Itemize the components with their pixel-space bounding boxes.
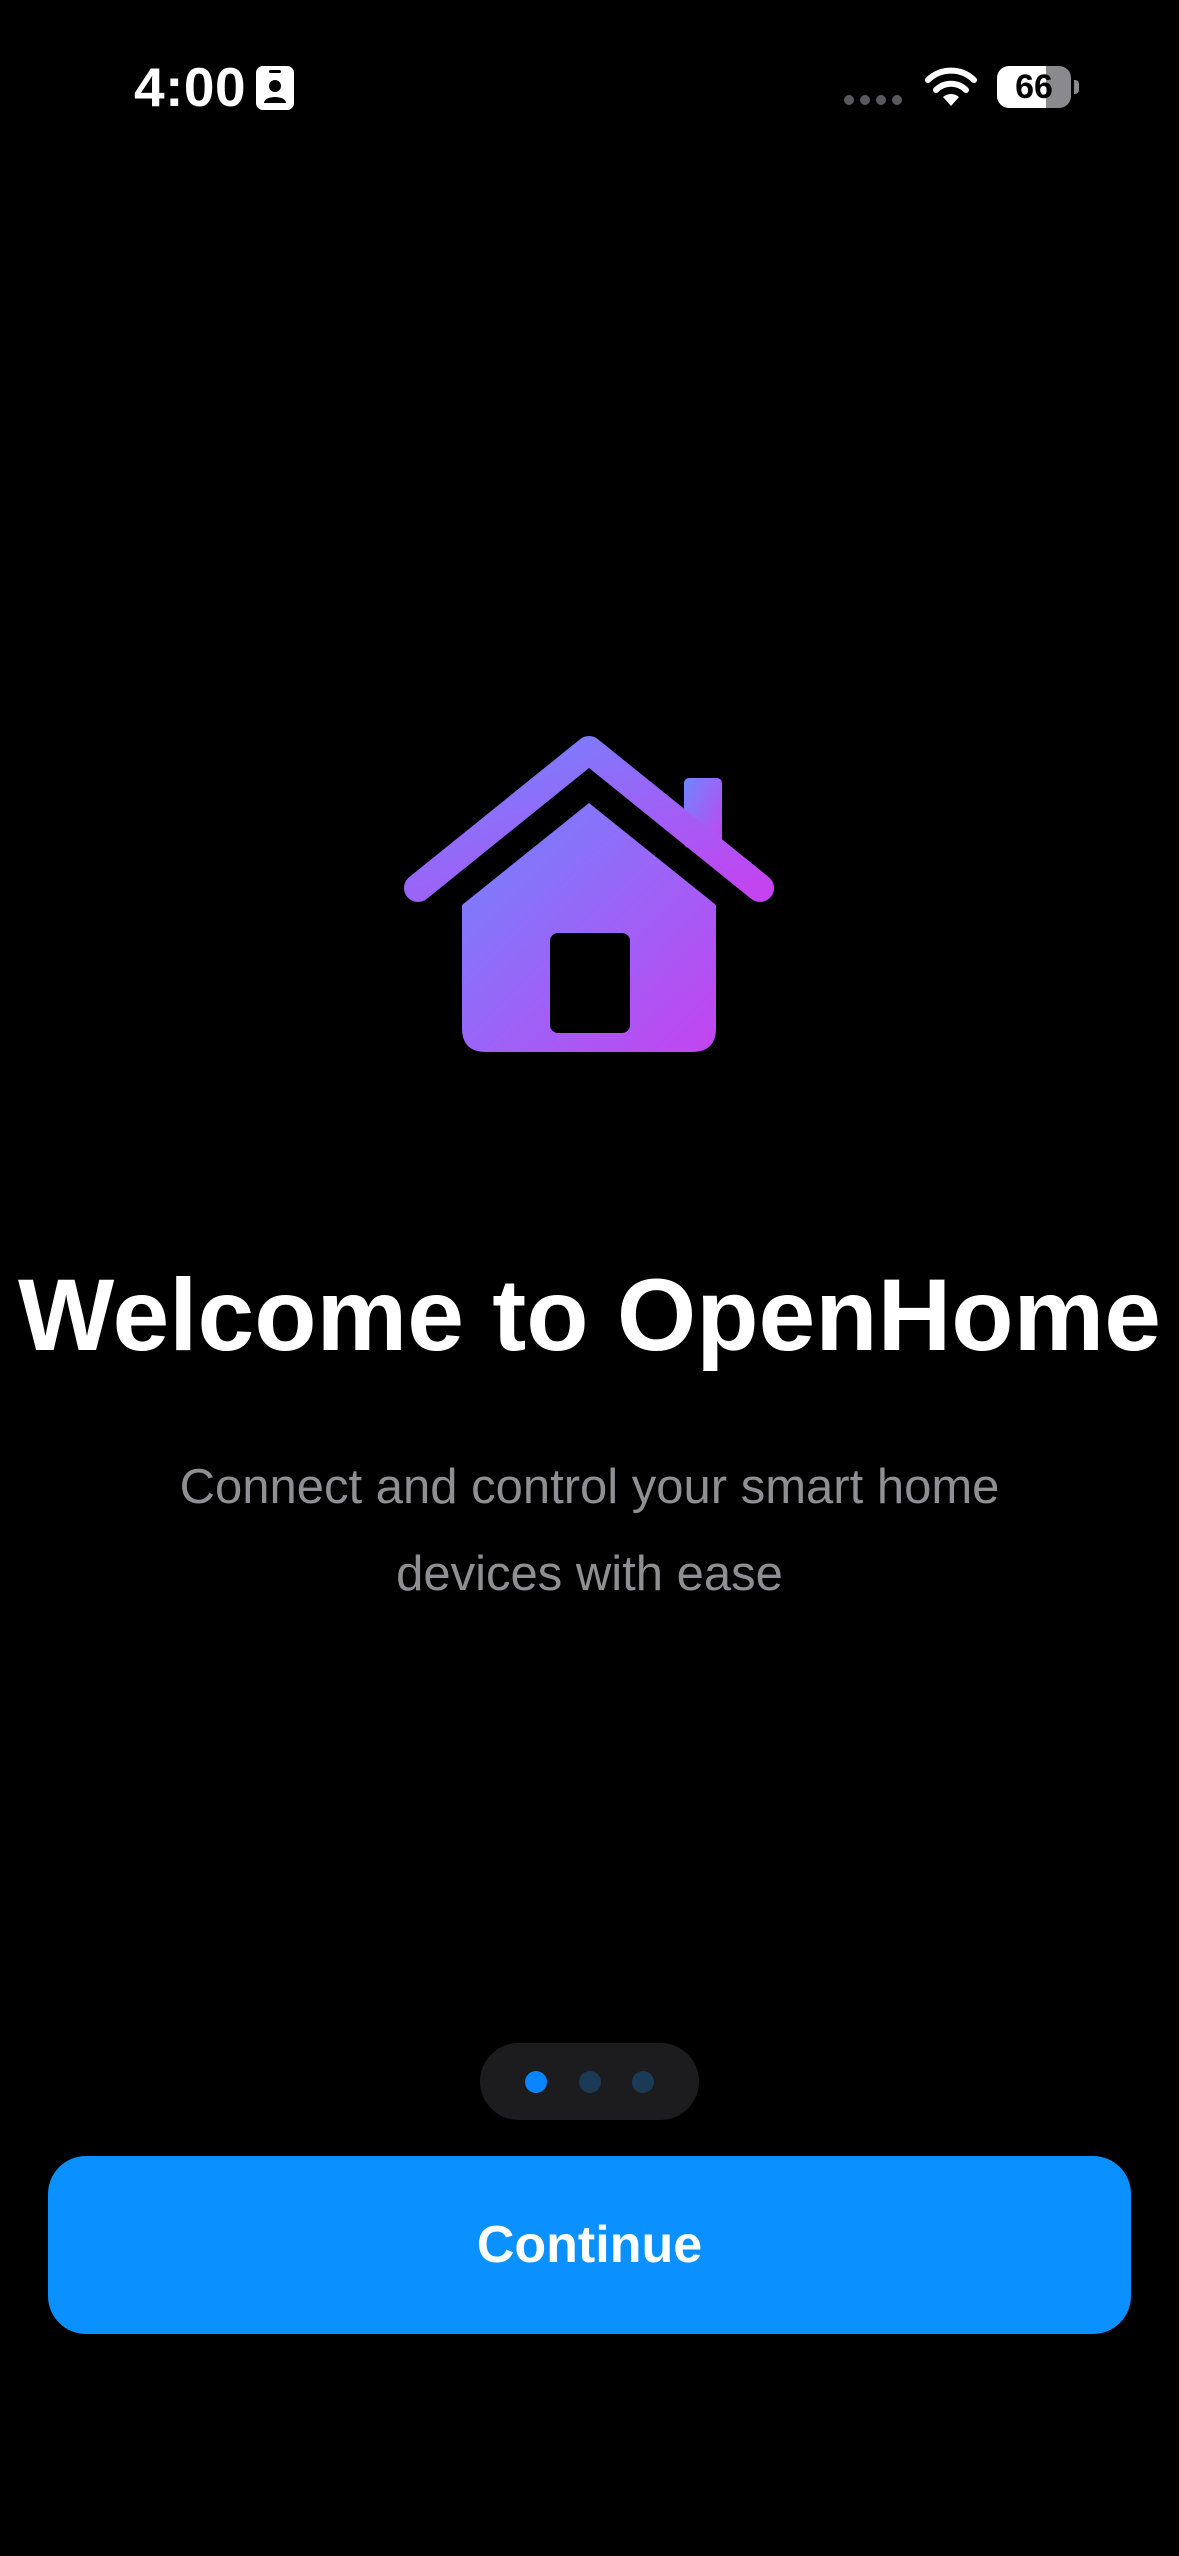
battery-level: 66: [1015, 68, 1053, 106]
battery-tip: [1074, 80, 1079, 94]
page-title: Welcome to OpenHome: [18, 1258, 1161, 1372]
continue-button[interactable]: Continue: [48, 2156, 1131, 2334]
wifi-icon: [925, 67, 977, 106]
status-time: 4:00: [134, 56, 247, 118]
page-dot-2[interactable]: [579, 2071, 601, 2093]
cellular-signal-icon: [844, 95, 902, 105]
page-subtitle: Connect and control your smart home devi…: [179, 1460, 1000, 1601]
house-icon: [404, 736, 774, 1052]
status-bar: 4:00 66: [0, 0, 1179, 175]
contact-card-icon: [256, 66, 294, 110]
page-dot-3[interactable]: [632, 2071, 654, 2093]
battery-icon: 66: [997, 66, 1081, 108]
page-indicator[interactable]: [480, 2043, 699, 2120]
page-dot-1[interactable]: [525, 2071, 547, 2093]
